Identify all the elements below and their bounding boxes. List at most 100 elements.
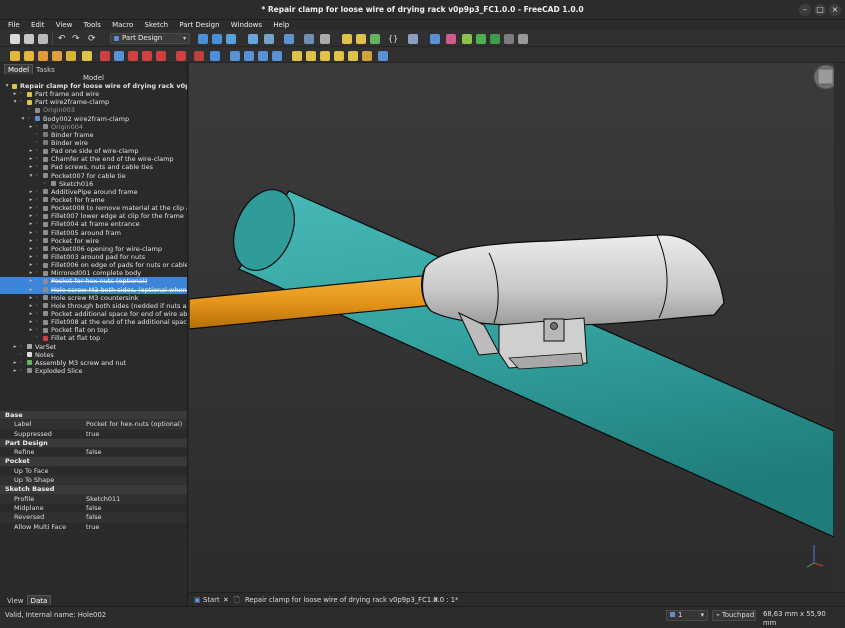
tree-item[interactable]: ◦ Sketch016 — [0, 180, 187, 188]
expand-arrow-icon[interactable]: ▸ — [28, 123, 34, 131]
boolean-icon[interactable] — [378, 51, 388, 61]
fillet-icon[interactable] — [258, 51, 268, 61]
property-value[interactable]: Sketch011 — [86, 495, 120, 504]
draw-style-icon[interactable] — [226, 34, 236, 44]
visibility-icon[interactable]: ◦ — [35, 294, 41, 302]
expand-arrow-icon[interactable]: ▸ — [28, 163, 34, 171]
3d-viewport[interactable] — [189, 63, 834, 592]
save-icon[interactable] — [38, 34, 48, 44]
tree-item[interactable]: ▸ ◦ Pad one side of wire-clamp — [0, 147, 187, 155]
expand-arrow-icon[interactable]: ▸ — [28, 229, 34, 237]
tree-item[interactable]: ▸ ◦ Assembly M3 screw and nut — [0, 359, 187, 367]
property-value[interactable]: false — [86, 448, 101, 457]
expand-arrow-icon[interactable]: ▸ — [28, 302, 34, 310]
subtractive-pipe-icon[interactable] — [230, 51, 240, 61]
create-sketch-icon[interactable] — [24, 51, 34, 61]
expand-arrow-icon[interactable]: ▸ — [28, 188, 34, 196]
visibility-icon[interactable]: ◦ — [35, 196, 41, 204]
new-document-icon[interactable] — [10, 34, 20, 44]
tree-item[interactable]: ▸ ◦ Fillet005 around fram — [0, 229, 187, 237]
tree-item[interactable]: ▸ ◦ Pocket flat on top — [0, 326, 187, 334]
tree-item[interactable]: ▸ ◦ Pocket008 to remove material at the cl… — [0, 204, 187, 212]
navigation-style-selector[interactable]: ⌖ Touchpad — [712, 610, 756, 621]
measure-icon[interactable] — [304, 34, 314, 44]
visibility-icon[interactable]: ◦ — [35, 123, 41, 131]
assembly-icon[interactable] — [476, 34, 486, 44]
expand-arrow-icon[interactable]: ▸ — [12, 343, 18, 351]
sketcher-icon[interactable] — [504, 34, 514, 44]
navigation-cube[interactable] — [813, 64, 834, 90]
expand-arrow-icon[interactable]: ▸ — [28, 277, 34, 285]
visibility-icon[interactable]: ◦ — [35, 269, 41, 277]
property-value[interactable]: true — [86, 523, 99, 532]
visibility-icon[interactable]: ◦ — [35, 163, 41, 171]
chamfer-icon[interactable] — [272, 51, 282, 61]
mirrored-icon[interactable] — [320, 51, 330, 61]
datum-line-icon[interactable] — [66, 51, 76, 61]
menu-windows[interactable]: Windows — [231, 20, 262, 30]
shape-binder-icon[interactable] — [100, 51, 110, 61]
expand-arrow-icon[interactable]: ▸ — [12, 359, 18, 367]
visibility-icon[interactable]: ◦ — [35, 188, 41, 196]
tree-item[interactable]: ▸ ◦ Part frame and wire — [0, 90, 187, 98]
expand-arrow-icon[interactable]: ▸ — [28, 220, 34, 228]
pocket-icon[interactable] — [176, 51, 186, 61]
hole-icon[interactable] — [194, 51, 204, 61]
expand-arrow-icon[interactable]: ▸ — [28, 269, 34, 277]
fit-all-icon[interactable] — [198, 34, 208, 44]
visibility-icon[interactable]: ◦ — [35, 212, 41, 220]
expand-arrow-icon[interactable]: ▸ — [28, 326, 34, 334]
std-link-icon[interactable] — [320, 34, 330, 44]
expand-arrow-icon[interactable]: ▸ — [28, 318, 34, 326]
tab-model[interactable]: Model — [4, 64, 34, 74]
expand-arrow-icon[interactable]: ▾ — [20, 115, 26, 123]
visibility-icon[interactable]: ◦ — [35, 245, 41, 253]
visibility-icon[interactable]: ◦ — [35, 131, 41, 139]
visibility-icon[interactable]: ◦ — [35, 253, 41, 261]
bounding-box-icon[interactable] — [248, 34, 258, 44]
visibility-icon[interactable]: ◦ — [19, 343, 25, 351]
3d-scene[interactable] — [189, 63, 834, 592]
subtractive-loft-icon[interactable] — [244, 51, 254, 61]
menu-sketch[interactable]: Sketch — [145, 20, 169, 30]
thickness-icon[interactable] — [306, 51, 316, 61]
tree-item[interactable]: ▸ ◦ Pocket additional space for end of wir… — [0, 310, 187, 318]
open-icon[interactable] — [24, 34, 34, 44]
tree-item[interactable]: ▸ ◦ Fillet006 on edge of pads for nuts or … — [0, 261, 187, 269]
visibility-icon[interactable]: ◦ — [35, 229, 41, 237]
close-start-tab-icon[interactable]: ✕ — [223, 595, 229, 605]
visibility-icon[interactable]: ◦ — [35, 155, 41, 163]
tree-item[interactable]: ▸ ◦ Fillet004 at frame entrance — [0, 220, 187, 228]
tab-document[interactable]: Repair clamp for loose wire of drying ra… — [245, 595, 458, 605]
tree-item[interactable]: ▸ ◦ Origin004 — [0, 123, 187, 131]
expand-arrow-icon[interactable]: ▸ — [28, 237, 34, 245]
more-tools-icon[interactable] — [518, 34, 528, 44]
visibility-icon[interactable]: ◦ — [19, 359, 25, 367]
visibility-icon[interactable]: ◦ — [35, 286, 41, 294]
tab-data[interactable]: Data — [26, 595, 52, 605]
tree-item[interactable]: ▸ ◦ VarSet — [0, 343, 187, 351]
tree-item[interactable]: ▾ Repair clamp for loose wire of drying r… — [0, 82, 187, 90]
view-front-icon[interactable] — [284, 34, 294, 44]
pad-icon[interactable] — [114, 51, 124, 61]
tree-item[interactable]: ▾ ◦ Body002 wire2fram-clamp — [0, 115, 187, 123]
linear-pattern-icon[interactable] — [334, 51, 344, 61]
tree-item[interactable]: ▸ ◦ Chamfer at the end of the wire-clamp — [0, 155, 187, 163]
expand-arrow-icon[interactable]: ▸ — [28, 310, 34, 318]
visibility-icon[interactable]: ◦ — [43, 180, 49, 188]
property-value[interactable]: false — [86, 513, 101, 522]
expand-arrow-icon[interactable]: ▸ — [28, 245, 34, 253]
expand-arrow-icon[interactable]: ▸ — [28, 204, 34, 212]
tree-item[interactable]: ▸ ◦ Mirrored001 complete body — [0, 269, 187, 277]
minimize-button[interactable]: – — [799, 4, 811, 16]
visibility-icon[interactable]: ◦ — [35, 310, 41, 318]
visibility-icon[interactable]: ◦ — [19, 90, 25, 98]
tree-item[interactable]: ▸ ◦ Pocket for wire — [0, 237, 187, 245]
visibility-icon[interactable]: ◦ — [35, 139, 41, 147]
menu-help[interactable]: Help — [273, 20, 289, 30]
property-value[interactable]: Pocket for hex-nuts (optional) — [86, 420, 182, 429]
visibility-icon[interactable]: ◦ — [19, 367, 25, 375]
property-value[interactable]: false — [86, 504, 101, 513]
addon-manager-icon[interactable] — [430, 34, 440, 44]
python-console-icon[interactable] — [462, 34, 472, 44]
